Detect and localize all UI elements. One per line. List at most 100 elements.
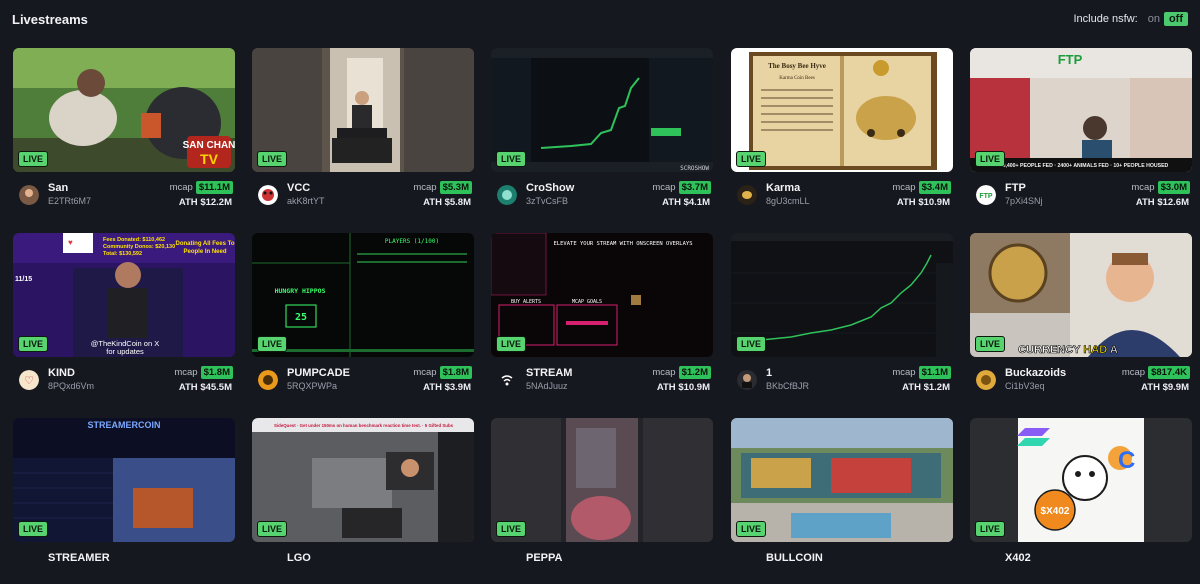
thumb-caption: SideQuest · Get under 150ms on human ben… <box>274 423 454 428</box>
mcap: mcap $1.2M <box>652 366 711 379</box>
live-badge: LIVE <box>496 336 527 352</box>
stream-card[interactable]: The Bosy Bee Hyve Karma Coin Bees LIVE K… <box>731 48 953 213</box>
token-address: 7pXi4SNj <box>1005 196 1043 206</box>
mcap-value: $11.1M <box>195 181 233 194</box>
stream-thumbnail[interactable]: SideQuest · Get under 150ms on human ben… <box>252 418 474 542</box>
thumb-caption: PLAYERS (1/100) <box>385 238 439 245</box>
mcap-label: mcap <box>1121 367 1146 378</box>
stream-card[interactable]: SCROSHOW LIVE CroShow 3zTvCsFB mcap $3.7… <box>491 48 713 213</box>
buckazoids-avatar-icon <box>976 370 996 390</box>
thumb-caption: for updates <box>106 347 144 356</box>
stream-name[interactable]: X402 <box>1005 552 1031 564</box>
mcap: mcap $1.8M <box>413 366 472 379</box>
stream-name[interactable]: LGO <box>287 552 311 564</box>
stream-card[interactable]: ♥ Fees Donated: $110,462 Community Donos… <box>13 233 235 398</box>
stream-thumbnail[interactable]: STREAMERCOIN LIVE <box>13 418 235 542</box>
stream-thumbnail[interactable]: CURRENCY HAD A LIVE <box>970 233 1192 357</box>
stream-name[interactable]: VCC <box>287 182 310 194</box>
mcap-label: mcap <box>892 182 916 193</box>
stream-thumbnail[interactable]: LIVE <box>252 48 474 172</box>
stream-name[interactable]: KIND <box>48 367 75 379</box>
stream-name[interactable]: STREAM <box>526 367 572 379</box>
thumb-caption: SCROSHOW <box>680 165 709 172</box>
nsfw-off-option[interactable]: off <box>1163 12 1188 26</box>
ath: ATH $45.5M <box>179 382 232 393</box>
stream-name[interactable]: BULLCOIN <box>766 552 823 564</box>
stream-thumbnail[interactable]: SCROSHOW LIVE <box>491 48 713 172</box>
token-address: 5NAdJuuz <box>526 381 568 391</box>
thumb-caption: People In Need <box>183 249 226 255</box>
stream-name[interactable]: PUMPCADE <box>287 367 350 379</box>
stream-card[interactable]: LIVE 1 BKbCfBJR mcap $1.1M ATH $1.2M <box>731 233 953 398</box>
stream-info: STREAM 5NAdJuuz mcap $1.2M ATH $10.9M <box>491 365 713 399</box>
svg-text:CURRENCY HAD A: CURRENCY HAD A <box>1018 344 1118 356</box>
stream-name[interactable]: STREAMER <box>48 552 110 564</box>
mcap-label: mcap <box>652 182 676 193</box>
stream-thumbnail[interactable]: ♥ Fees Donated: $110,462 Community Donos… <box>13 233 235 357</box>
nsfw-on-option[interactable]: on <box>1144 12 1164 26</box>
stream-info: PEPPA <box>491 550 713 584</box>
svg-text:♥: ♥ <box>68 238 73 247</box>
stream-card[interactable]: ELEVATE YOUR STREAM WITH ONSCREEN OVERLA… <box>491 233 713 398</box>
stream-thumbnail[interactable]: C $X402 LIVE <box>970 418 1192 542</box>
live-badge: LIVE <box>18 336 49 352</box>
stream-info: BULLCOIN <box>731 550 953 584</box>
stream-card[interactable]: LIVE BULLCOIN <box>731 418 953 583</box>
stream-card[interactable]: FTP 10,400+ PEOPLE FED · 2400+ ANIMALS F… <box>970 48 1192 213</box>
stream-name[interactable]: FTP <box>1005 182 1026 194</box>
nsfw-filter: Include nsfw: on off <box>1073 12 1188 26</box>
thumb-caption: $X402 <box>1041 506 1070 517</box>
stream-thumbnail[interactable]: LIVE <box>731 233 953 357</box>
stream-card[interactable]: SAN CHAN TV LIVE San E2TRt6M7 mcap $11.1… <box>13 48 235 213</box>
stream-thumbnail[interactable]: LIVE <box>731 418 953 542</box>
mcap-value: $5.3M <box>439 181 472 194</box>
live-badge: LIVE <box>975 151 1006 167</box>
stream-avatar-icon <box>497 370 517 390</box>
san-avatar-icon <box>19 185 39 205</box>
stream-name[interactable]: CroShow <box>526 182 574 194</box>
stream-card[interactable]: CURRENCY HAD A LIVE Buckazoids Ci1bV3eq … <box>970 233 1192 398</box>
stream-name[interactable]: 1 <box>766 367 772 379</box>
nsfw-label: Include nsfw: <box>1073 13 1138 25</box>
stream-name[interactable]: PEPPA <box>526 552 562 564</box>
karma-bee-avatar-icon <box>737 185 757 205</box>
thumb-caption: HAD <box>1083 344 1107 356</box>
thumb-caption: ELEVATE YOUR STREAM WITH ONSCREEN OVERLA… <box>553 241 692 247</box>
mcap: mcap $5.3M <box>413 181 472 194</box>
stream-info: LGO <box>252 550 474 584</box>
stream-name[interactable]: Buckazoids <box>1005 367 1066 379</box>
ath-label: ATH <box>662 197 681 208</box>
token-address: 5RQXPWPa <box>287 381 338 391</box>
stream-info: FTP FTP 7pXi4SNj mcap $3.0M ATH $12.6M <box>970 180 1192 214</box>
stream-card[interactable]: C $X402 LIVE X402 <box>970 418 1192 583</box>
stream-name[interactable]: Karma <box>766 182 800 194</box>
thumb-caption: SAN CHAN <box>183 140 235 151</box>
stream-thumbnail[interactable]: SAN CHAN TV LIVE <box>13 48 235 172</box>
stream-info: San E2TRt6M7 mcap $11.1M ATH $12.2M <box>13 180 235 214</box>
live-badge: LIVE <box>257 151 288 167</box>
live-badge: LIVE <box>736 521 767 537</box>
stream-thumbnail[interactable]: ELEVATE YOUR STREAM WITH ONSCREEN OVERLA… <box>491 233 713 357</box>
stream-thumbnail[interactable]: PLAYERS (1/100) HUNGRY HIPPOS 25 LIVE <box>252 233 474 357</box>
mcap-label: mcap <box>169 182 193 193</box>
stream-card[interactable]: STREAMERCOIN LIVE STREAMER <box>13 418 235 583</box>
thumb-caption: MCAP GOALS <box>572 299 602 305</box>
stream-card[interactable]: LIVE PEPPA <box>491 418 713 583</box>
token-address: 8PQxd6Vm <box>48 381 95 391</box>
thumb-caption: 11/15 <box>15 276 32 283</box>
stream-thumbnail[interactable]: LIVE <box>491 418 713 542</box>
stream-thumbnail[interactable]: FTP 10,400+ PEOPLE FED · 2400+ ANIMALS F… <box>970 48 1192 172</box>
ath-value: $4.1M <box>683 197 710 208</box>
stream-thumbnail[interactable]: The Bosy Bee Hyve Karma Coin Bees LIVE <box>731 48 953 172</box>
ath-label: ATH <box>423 197 442 208</box>
ath-value: $9.9M <box>1162 382 1189 393</box>
stream-card[interactable]: LIVE VCC akK8rtYT mcap $5.3M ATH $5.8M <box>252 48 474 213</box>
thumb-caption: BUY ALERTS <box>511 299 541 305</box>
nsfw-toggle[interactable]: on off <box>1144 12 1188 26</box>
stream-card[interactable]: SideQuest · Get under 150ms on human ben… <box>252 418 474 583</box>
stream-card[interactable]: PLAYERS (1/100) HUNGRY HIPPOS 25 LIVE PU… <box>252 233 474 398</box>
ath-value: $12.6M <box>1157 197 1189 208</box>
live-badge: LIVE <box>18 151 49 167</box>
stream-name[interactable]: San <box>48 182 68 194</box>
mcap-value: $3.0M <box>1157 181 1190 194</box>
